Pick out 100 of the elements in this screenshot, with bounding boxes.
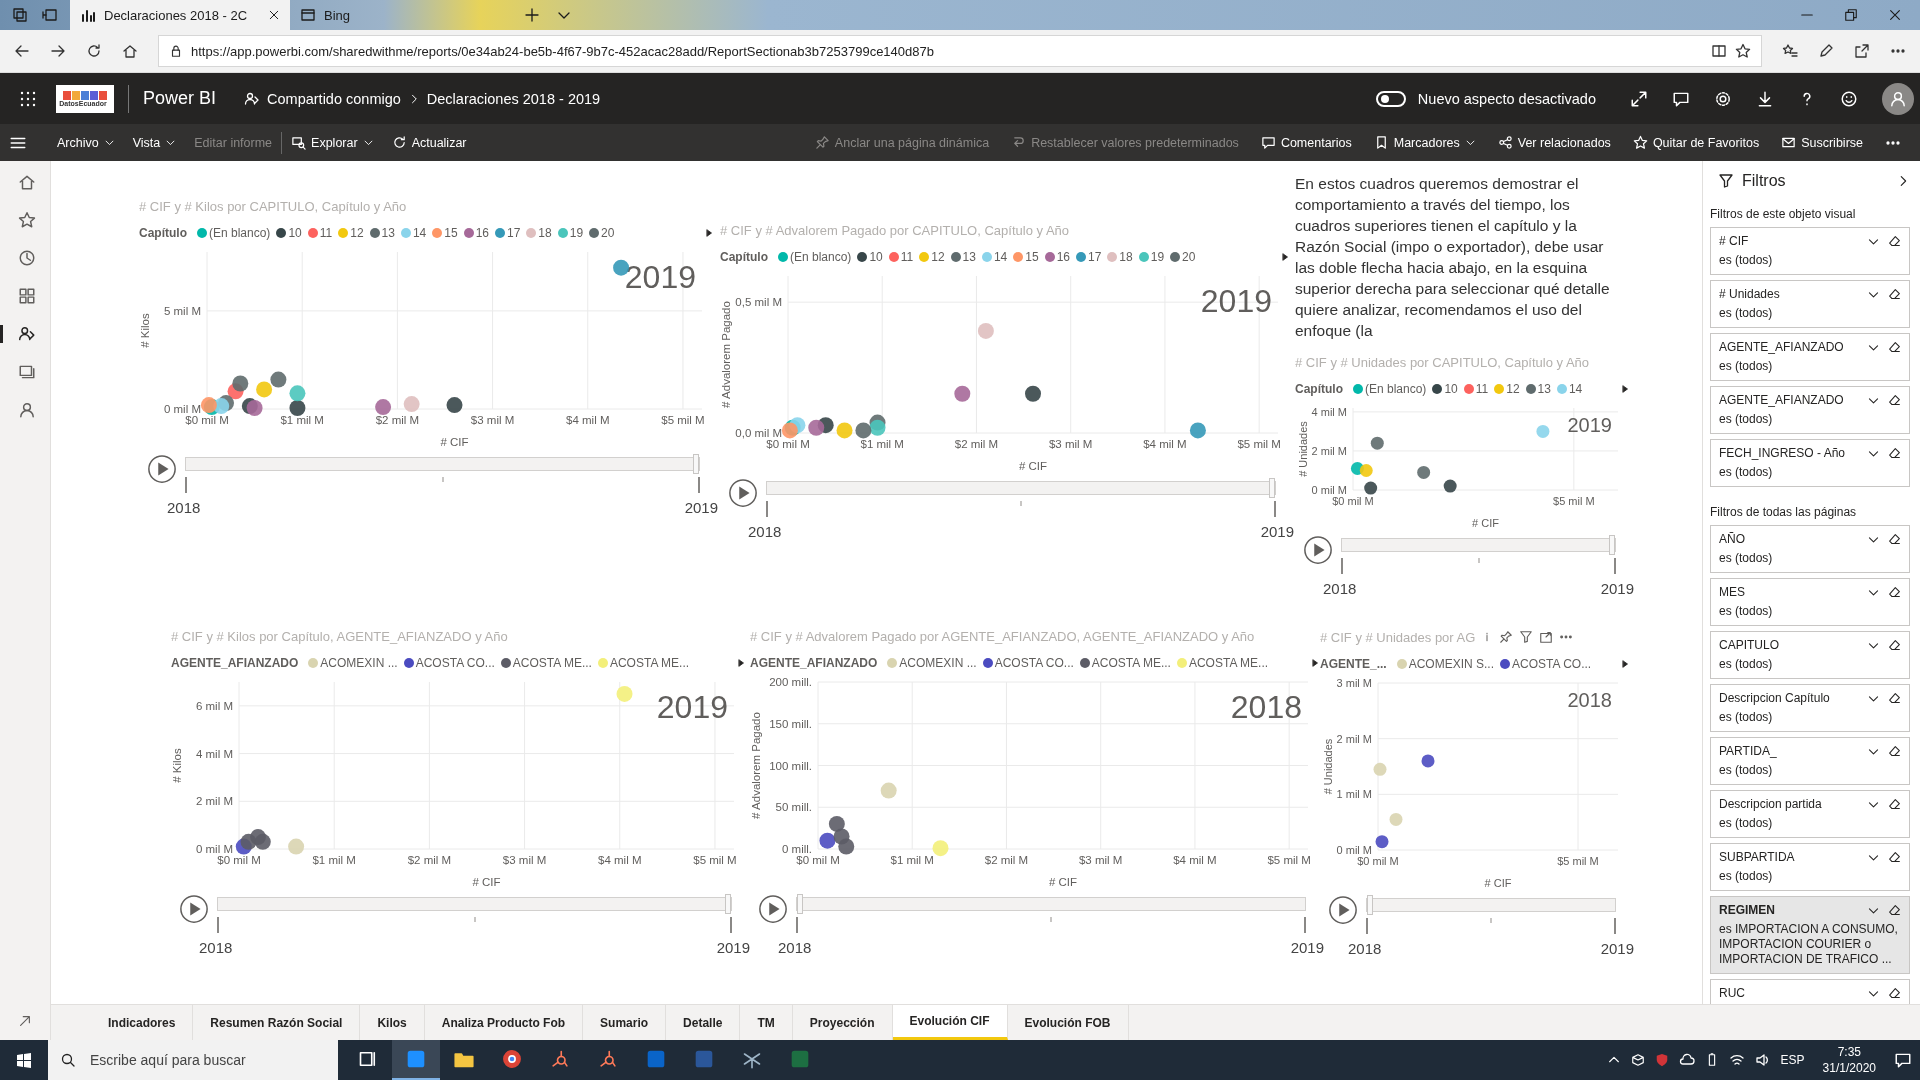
play-year: 2018 [1230, 689, 1302, 725]
play-year: 2018 [1567, 689, 1612, 711]
filter-value: es (todos) [1719, 816, 1774, 831]
filter-value: es (todos) [1719, 657, 1774, 672]
y-tick-label: 0 mil M [1336, 844, 1372, 856]
x-tick-label: $5 mil M [693, 854, 737, 866]
legend-title: Capítulo [720, 250, 768, 264]
filter-name: SUBPARTIDA [1719, 850, 1796, 864]
legend-title: Capítulo [1295, 382, 1343, 396]
filter-name: FECH_INGRESO - Año [1719, 446, 1847, 460]
chart-title: # CIF y # Unidades por AG [1320, 629, 1476, 645]
filter-value: es (todos) [1719, 359, 1774, 374]
y-tick-label: 0,5 mil M [735, 296, 782, 309]
y-tick-label: 0 mill. [781, 843, 812, 855]
x-tick-label: $2 mil M [984, 854, 1029, 866]
y-tick-label: 3 mil M [1336, 677, 1372, 689]
x-tick-label: $4 mil M [1173, 854, 1217, 866]
filter-name: RUC [1719, 986, 1746, 1000]
filter-value: es IMPORTACION A CONSUMO, IMPORTACION COURIER o IMPORTACION DE TRAFICO ... [1719, 922, 1899, 967]
filter-name: REGIMEN [1719, 903, 1776, 917]
chart-title: # CIF y # Unidades por CAPITULO, Capítulo y Año [1295, 355, 1590, 370]
description-text: En estos cuadros queremos demostrar el comportamiento a través del tiempo, los cuadros superiores tienen el capítulo y la Razón Social (impo o exportador), debe usar las doble flecha hacia abajo, en la esquina superior derecha para seleccionar qué detalle quiere analizar, recomendamos el uso del enfoque (la [1295, 174, 1611, 341]
filter-value: es (todos) [1719, 412, 1774, 427]
y-tick-label: 0 mil M [163, 403, 201, 415]
y-axis-title: # Kilos [139, 313, 151, 348]
x-tick-label: $0 mil M [796, 854, 840, 866]
timeline-label: 2019 [684, 499, 718, 516]
legend-title: AGENTE_AFIANZADO [171, 656, 299, 670]
timeline-label: 2019 [1600, 580, 1634, 597]
filter-name: AGENTE_AFIANZADO [1719, 340, 1845, 354]
y-axis-title: # Unidades [1322, 738, 1334, 795]
legend-title: AGENTE_... [1320, 657, 1387, 671]
filter-value: es (todos) [1719, 306, 1774, 321]
filter-name: MES [1719, 585, 1746, 599]
y-tick-label: 0,0 mil M [735, 427, 782, 439]
x-tick-label: $5 mil M [1267, 854, 1311, 866]
x-tick-label: $1 mil M [312, 854, 356, 866]
y-tick-label: 6 mil M [195, 699, 233, 712]
y-axis-title: # Advalorem Pagado [720, 301, 732, 408]
breadcrumb-current: Declaraciones 2018 - 2019 [426, 90, 601, 107]
pane-title: Filtros [1742, 172, 1786, 190]
chart-title: # CIF y # Kilos por CAPITULO, Capítulo y Año [139, 199, 407, 214]
filter-name: Descripcion partida [1719, 797, 1823, 811]
x-tick-label: $0 mil M [185, 414, 229, 426]
y-tick-label: 100 mill. [769, 759, 812, 772]
y-tick-label: 0 mil M [195, 843, 233, 855]
timeline-label: 2019 [1290, 939, 1324, 956]
play-year: 2019 [1567, 414, 1612, 436]
filter-name: # CIF [1719, 234, 1750, 248]
x-axis-title: # CIF [1048, 876, 1078, 888]
chart-title: # CIF y # Advalorem Pagado por AGENTE_AFIANZADO, AGENTE_AFIANZADO y Año [750, 629, 1255, 644]
filter-value: es (todos) [1719, 253, 1774, 268]
x-tick-label: $1 mil M [860, 438, 904, 450]
x-tick-label: $3 mil M [502, 854, 547, 866]
x-tick-label: $5 mil M [1237, 438, 1281, 450]
x-tick-label: $5 mil M [1557, 855, 1599, 867]
x-tick-label: $5 mil M [661, 414, 705, 426]
play-year: 2019 [624, 259, 696, 295]
filter-value: es (todos) [1719, 869, 1774, 884]
toggle-label: Nuevo aspecto desactivado [1417, 90, 1596, 107]
y-tick-label: 2 mil M [1336, 732, 1372, 745]
y-tick-label: 200 mill. [769, 676, 812, 688]
play-year: 2019 [656, 689, 728, 725]
x-axis-title: # CIF [1018, 460, 1048, 472]
x-tick-label: $5 mil M [1553, 495, 1595, 507]
timeline-label: 2019 [716, 939, 750, 956]
play-year: 2019 [1200, 283, 1272, 319]
y-axis-title: # Advalorem Pagado [750, 712, 762, 819]
filter-value: es (todos) [1719, 763, 1774, 778]
y-tick-label: 1 mil M [1336, 788, 1372, 801]
y-tick-label: 5 mil M [163, 304, 201, 317]
y-tick-label: 4 mil M [1311, 405, 1347, 418]
timeline-label: 2019 [1260, 523, 1294, 540]
filter-value: es (todos) [1719, 551, 1774, 566]
timeline-label: 2018 [167, 499, 201, 516]
timeline-label: 2018 [1323, 580, 1357, 597]
filter-value: es (todos) [1719, 710, 1774, 725]
section-heading: Filtros de este objeto visual [1710, 207, 1857, 221]
x-tick-label: $4 mil M [1143, 438, 1187, 450]
filter-value: es (todos) [1719, 604, 1774, 619]
chart-title: # CIF y # Kilos por Capítulo, AGENTE_AFIANZADO y Año [171, 629, 508, 644]
filter-name: Descripcion Capítulo [1719, 691, 1831, 705]
y-axis-title: # Unidades [1297, 421, 1309, 477]
y-axis-title: # Kilos [171, 748, 183, 783]
url-text: https://app.powerbi.com/sharedwithme/reports/0e34ab24-be5b-4f67-9b7c-452acac28add/ReportSectionab3b7253799ce140d87b [191, 43, 935, 59]
timeline-label: 2018 [778, 939, 812, 956]
x-tick-label: $0 mil M [766, 438, 810, 450]
timeline-label: 2018 [748, 523, 782, 540]
x-tick-label: $1 mil M [280, 414, 324, 426]
timeline-label: 2019 [1600, 940, 1634, 957]
x-axis-title: # CIF [440, 436, 469, 448]
y-tick-label: 2 mil M [1311, 444, 1347, 457]
x-tick-label: $0 mil M [217, 854, 261, 866]
x-tick-label: $1 mil M [890, 854, 934, 866]
x-tick-label: $0 mil M [1357, 855, 1399, 867]
x-tick-label: $3 mil M [470, 414, 515, 426]
filter-name: AGENTE_AFIANZADO [1719, 393, 1845, 407]
x-axis-title: # CIF [1472, 517, 1499, 529]
x-tick-label: $2 mil M [407, 854, 452, 866]
filter-value: es (todos) [1719, 465, 1774, 480]
